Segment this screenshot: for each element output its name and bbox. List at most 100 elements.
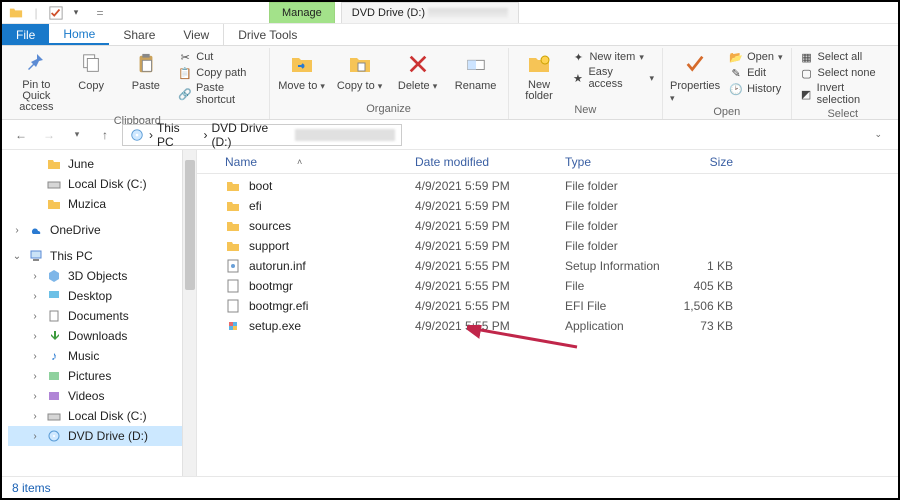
file-row[interactable]: bootmgr.efi4/9/2021 5:55 PMEFI File1,506… [225, 296, 898, 316]
new-item-icon: ✦ [571, 50, 585, 64]
history-button[interactable]: 🕑History [729, 82, 782, 96]
qat-overflow[interactable]: = [92, 5, 108, 21]
file-type: EFI File [565, 299, 675, 313]
qat-customize-icon[interactable]: ▾ [68, 5, 84, 21]
file-icon [225, 298, 241, 314]
forward-button[interactable]: → [38, 124, 60, 146]
ribbon: Pin to Quick access Copy Paste ✂Cut 📋Cop… [2, 46, 898, 120]
file-row[interactable]: boot4/9/2021 5:59 PMFile folder [225, 176, 898, 196]
ribbon-tab-drive-tools[interactable]: Drive Tools [223, 24, 311, 45]
tree-item-music[interactable]: ›♪Music [8, 346, 196, 366]
paste-shortcut-button[interactable]: 🔗Paste shortcut [178, 82, 260, 106]
new-item-button[interactable]: ✦New item ▾ [571, 50, 654, 64]
properties-button[interactable]: Properties ▾ [671, 50, 719, 104]
file-date: 4/9/2021 5:59 PM [415, 239, 565, 253]
copy-button[interactable]: Copy [69, 50, 114, 92]
file-name: sources [249, 219, 291, 233]
breadcrumb-segment[interactable]: › DVD Drive (D:) [204, 121, 292, 149]
tree-item-this-pc[interactable]: ⌄This PC [8, 246, 196, 266]
folder-icon [225, 198, 241, 214]
shortcut-icon: 🔗 [178, 87, 192, 101]
file-name: bootmgr.efi [249, 299, 308, 313]
tree-item-onedrive[interactable]: ›OneDrive [8, 220, 196, 240]
tree-item-june[interactable]: June [8, 154, 196, 174]
tree-item-local-c-2[interactable]: ›Local Disk (C:) [8, 406, 196, 426]
tree-item-dvd-drive[interactable]: ›DVD Drive (D:) [8, 426, 196, 446]
tree-item-pictures[interactable]: ›Pictures [8, 366, 196, 386]
copy-to-icon [346, 50, 374, 78]
file-row[interactable]: setup.exe4/9/2021 5:55 PMApplication73 K… [225, 316, 898, 336]
tree-item-3d-objects[interactable]: ›3D Objects [8, 266, 196, 286]
nav-scroll-thumb[interactable] [185, 160, 195, 290]
ribbon-tab-share[interactable]: Share [109, 24, 169, 45]
tree-item-documents[interactable]: ›Documents [8, 306, 196, 326]
tree-item-muzica[interactable]: Muzica [8, 194, 196, 214]
ribbon-group-select: ▦Select all ▢Select none ◩Invert selecti… [792, 48, 894, 119]
select-all-button[interactable]: ▦Select all [800, 50, 886, 64]
paste-button[interactable]: Paste [124, 50, 169, 92]
contextual-tab-manage[interactable]: Manage [269, 2, 335, 23]
select-none-button[interactable]: ▢Select none [800, 66, 886, 80]
music-icon: ♪ [46, 348, 62, 364]
recent-locations-button[interactable]: ▾ [66, 124, 88, 146]
file-rows: boot4/9/2021 5:59 PMFile folderefi4/9/20… [197, 174, 898, 336]
setup-icon [225, 318, 241, 334]
delete-icon [404, 50, 432, 78]
breadcrumb-segment[interactable]: › This PC [149, 121, 200, 149]
new-folder-button[interactable]: New folder [517, 50, 562, 102]
pc-icon [28, 248, 44, 264]
copy-path-button[interactable]: 📋Copy path [178, 66, 260, 80]
status-item-count: 8 items [12, 481, 51, 495]
rename-button[interactable]: Rename [452, 50, 500, 92]
tree-item-downloads[interactable]: ›Downloads [8, 326, 196, 346]
ribbon-tab-view[interactable]: View [169, 24, 223, 45]
explorer-body: June Local Disk (C:) Muzica ›OneDrive ⌄T… [2, 150, 898, 476]
ribbon-tab-strip: File Home Share View Drive Tools [2, 24, 898, 46]
tree-item-desktop[interactable]: ›Desktop [8, 286, 196, 306]
column-size[interactable]: Size [675, 155, 745, 169]
file-row[interactable]: autorun.inf4/9/2021 5:55 PMSetup Informa… [225, 256, 898, 276]
folder-icon [8, 5, 24, 21]
invert-selection-button[interactable]: ◩Invert selection [800, 82, 886, 106]
file-size: 73 KB [675, 319, 745, 333]
up-button[interactable]: ↑ [94, 124, 116, 146]
edit-button[interactable]: ✎Edit [729, 66, 782, 80]
ribbon-group-open: Properties ▾ 📂Open ▾ ✎Edit 🕑History Open [663, 48, 791, 119]
folder-icon [225, 218, 241, 234]
cube-icon [46, 268, 62, 284]
ribbon-tab-home[interactable]: Home [49, 24, 109, 45]
file-date: 4/9/2021 5:55 PM [415, 259, 565, 273]
easy-access-button[interactable]: ★Easy access ▾ [571, 66, 654, 90]
file-type: File folder [565, 179, 675, 193]
file-name: boot [249, 179, 272, 193]
cut-button[interactable]: ✂Cut [178, 50, 260, 64]
navigation-pane[interactable]: June Local Disk (C:) Muzica ›OneDrive ⌄T… [2, 150, 197, 476]
file-row[interactable]: bootmgr4/9/2021 5:55 PMFile405 KB [225, 276, 898, 296]
file-row[interactable]: efi4/9/2021 5:59 PMFile folder [225, 196, 898, 216]
column-date[interactable]: Date modified [415, 155, 565, 169]
quick-access-toolbar: | ▾ = [8, 5, 108, 21]
open-button[interactable]: 📂Open ▾ [729, 50, 782, 64]
ribbon-tab-file[interactable]: File [2, 24, 49, 45]
tree-item-videos[interactable]: ›Videos [8, 386, 196, 406]
pin-to-quick-access-button[interactable]: Pin to Quick access [14, 50, 59, 113]
file-name: efi [249, 199, 262, 213]
column-name[interactable]: Name˄ [225, 155, 415, 169]
file-row[interactable]: sources4/9/2021 5:59 PMFile folder [225, 216, 898, 236]
pictures-icon [46, 368, 62, 384]
file-row[interactable]: support4/9/2021 5:59 PMFile folder [225, 236, 898, 256]
nav-scrollbar[interactable] [182, 150, 196, 476]
breadcrumb-bar[interactable]: › This PC › DVD Drive (D:) [122, 124, 402, 146]
copy-icon [77, 50, 105, 78]
delete-button[interactable]: Delete ▾ [394, 50, 442, 92]
tree-item-local-c[interactable]: Local Disk (C:) [8, 174, 196, 194]
checkbox-on-icon[interactable] [48, 5, 64, 21]
back-button[interactable]: ← [10, 124, 32, 146]
move-to-button[interactable]: Move to ▾ [278, 50, 326, 92]
copy-to-button[interactable]: Copy to ▾ [336, 50, 384, 92]
new-folder-icon [525, 50, 553, 78]
column-type[interactable]: Type [565, 155, 675, 169]
file-icon [225, 278, 241, 294]
address-dropdown-button[interactable]: ⌄ [874, 129, 882, 140]
file-date: 4/9/2021 5:55 PM [415, 299, 565, 313]
